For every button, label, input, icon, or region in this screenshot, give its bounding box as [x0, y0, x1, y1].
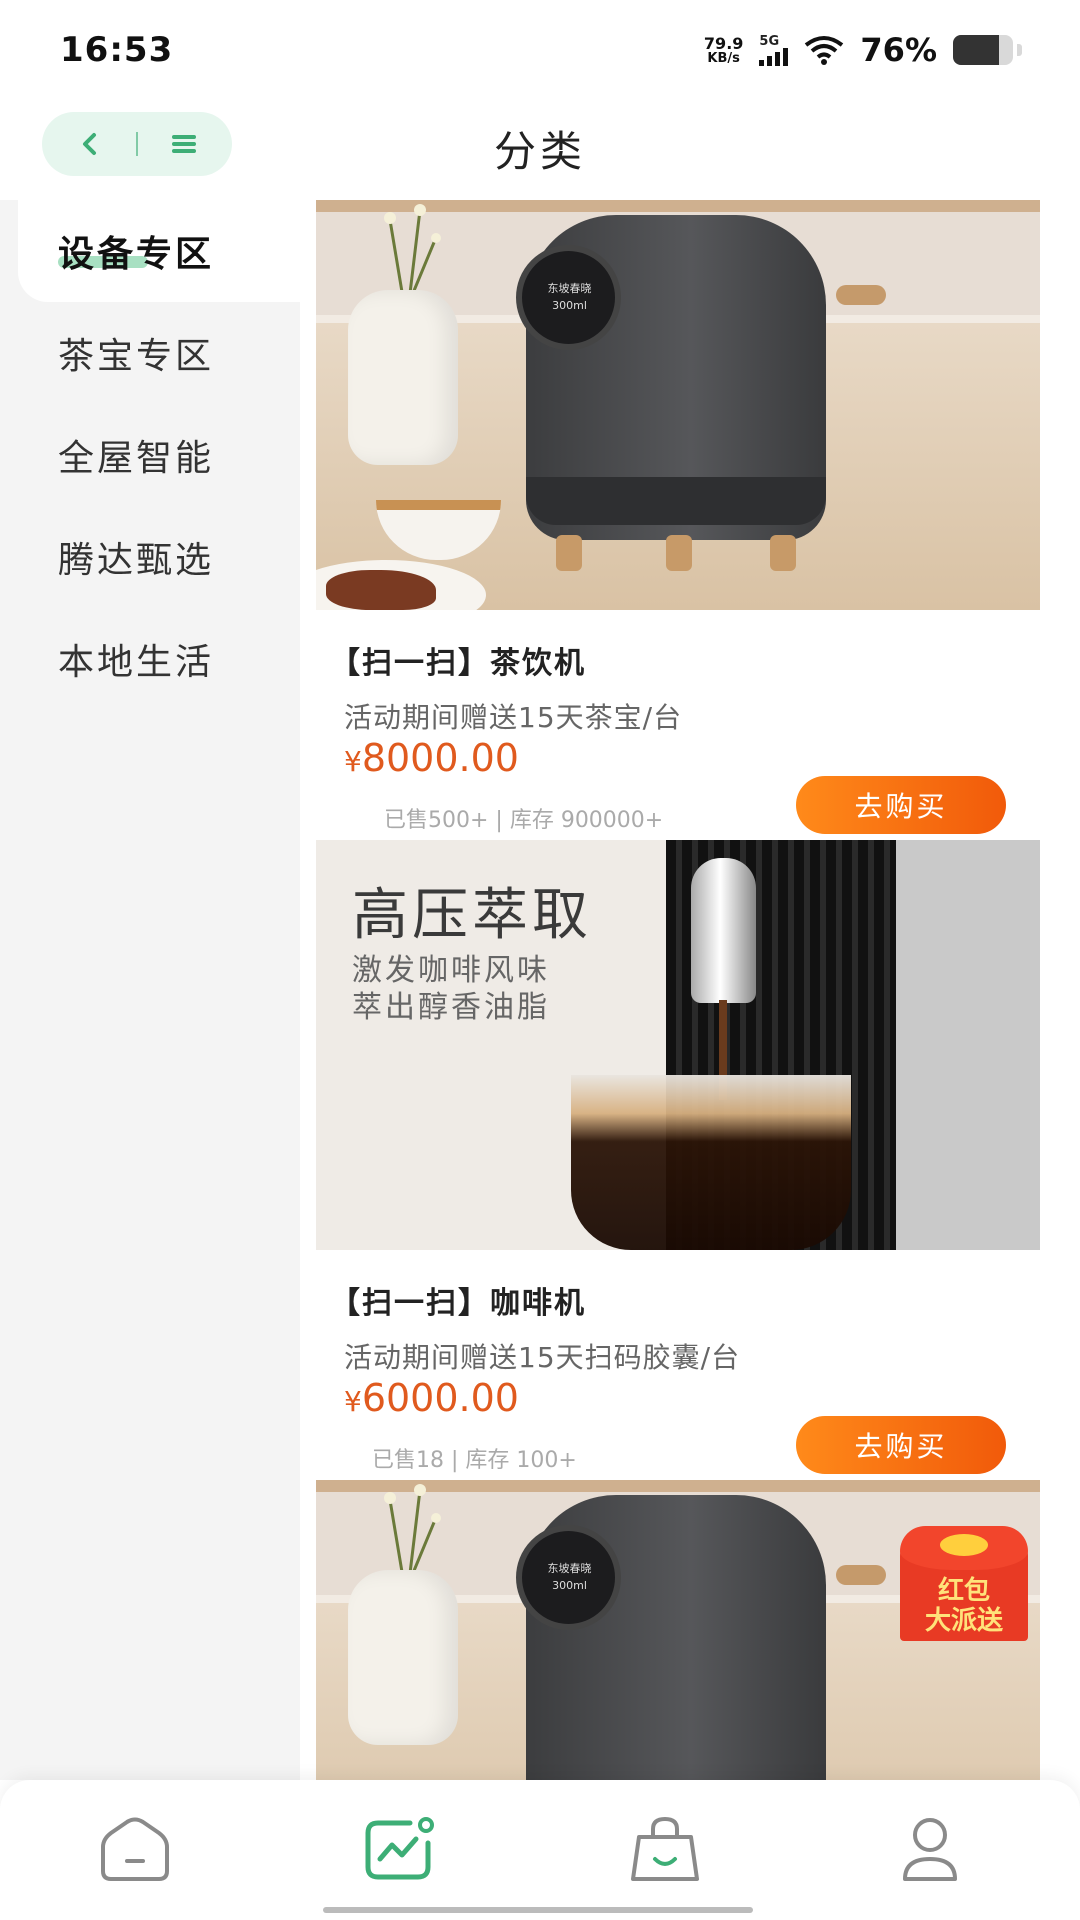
dial-volume: 300ml — [552, 1578, 587, 1592]
wooden-knob — [836, 1565, 886, 1585]
sidebar-item-label: 茶宝专区 — [58, 336, 215, 377]
page-title: 分类 — [493, 127, 586, 176]
sidebar-item-smart-home[interactable]: 全屋智能 — [0, 404, 300, 506]
battery-tip — [1017, 44, 1022, 56]
category-sidebar: 设备专区 茶宝专区 全屋智能 腾达甄选 本地生活 — [0, 200, 300, 1780]
vase-decor — [348, 1570, 458, 1745]
red-packet-badge[interactable]: 红包 大派送 — [900, 1526, 1028, 1641]
status-time: 16:53 — [60, 30, 174, 70]
coffee-glass — [571, 1075, 851, 1250]
sidebar-item-label: 设备专区 — [58, 234, 215, 275]
bowl-decor — [376, 500, 501, 560]
network-speed: 79.9 KB/s — [703, 33, 744, 66]
product-promo: 活动期间赠送15天茶宝/台 — [344, 701, 683, 734]
nav-home[interactable] — [95, 1810, 175, 1890]
category-chart-icon — [365, 1817, 434, 1880]
red-packet-line1: 红包 — [937, 1576, 990, 1606]
sidebar-item-label: 本地生活 — [58, 642, 215, 683]
sidebar-item-local-life[interactable]: 本地生活 — [0, 608, 300, 710]
home-icon — [101, 1817, 169, 1881]
battery-percent: 76% — [860, 31, 937, 69]
image-headline: 高压萃取 — [352, 883, 592, 948]
shopping-bag-icon — [631, 1816, 699, 1881]
product-price: ¥6000.00 — [344, 1376, 519, 1420]
sidebar-item-tenda-select[interactable]: 腾达甄选 — [0, 506, 300, 608]
status-bar: 16:53 79.9 KB/s 5G 76% — [0, 0, 1080, 100]
sidebar-item-tea-treasure[interactable]: 茶宝专区 — [0, 302, 300, 404]
price-currency: ¥ — [344, 1385, 362, 1418]
coin-icon — [940, 1534, 988, 1556]
vase-decor — [348, 290, 458, 465]
wifi-icon — [805, 36, 844, 65]
image-subtitle: 萃出醇香油脂 — [352, 990, 550, 1025]
buy-button[interactable]: 去购买 — [796, 1416, 1006, 1474]
nav-profile[interactable] — [890, 1810, 970, 1890]
product-image[interactable]: 高压萃取 激发咖啡风味 萃出醇香油脂 — [316, 840, 1040, 1250]
network-type: 5G — [759, 33, 780, 49]
bottom-nav — [0, 1780, 1080, 1920]
product-price: ¥8000.00 — [344, 736, 519, 780]
dial-text: 东坡春晓 — [547, 1562, 592, 1575]
product-info: 【扫一扫】咖啡机 活动期间赠送15天扫码胶囊/台 ¥6000.00 已售18 |… — [300, 1250, 1080, 1480]
food-decor — [326, 570, 436, 610]
product-title: 【扫一扫】茶饮机 — [330, 646, 586, 681]
dial-text: 东坡春晓 — [547, 282, 592, 295]
sidebar-item-equipment[interactable]: 设备专区 — [18, 200, 300, 302]
coffee-spout — [691, 858, 756, 1003]
product-card[interactable]: 东坡春晓 300ml 【扫一扫】茶饮机 活动期间赠送15天茶宝/台 ¥8000.… — [300, 200, 1080, 840]
price-value: 6000.00 — [361, 1376, 519, 1420]
red-packet-line2: 大派送 — [924, 1606, 1003, 1636]
battery-icon — [953, 35, 1013, 65]
price-currency: ¥ — [344, 745, 362, 778]
product-title: 【扫一扫】咖啡机 — [330, 1286, 586, 1321]
header: 分类 — [0, 100, 1080, 200]
product-list: 东坡春晓 300ml 【扫一扫】茶饮机 活动期间赠送15天茶宝/台 ¥8000.… — [300, 200, 1080, 1780]
status-icons: 79.9 KB/s 5G 76% — [704, 31, 1022, 69]
product-card[interactable]: 高压萃取 激发咖啡风味 萃出醇香油脂 【扫一扫】咖啡机 活动期间赠送15天扫码胶… — [300, 840, 1080, 1480]
nav-cart[interactable] — [625, 1810, 705, 1890]
product-info: 【扫一扫】茶饮机 活动期间赠送15天茶宝/台 ¥8000.00 已售500+ |… — [300, 610, 1080, 840]
nav-category[interactable] — [360, 1810, 440, 1890]
wooden-knob — [836, 285, 886, 305]
network-speed-unit: KB/s — [707, 50, 740, 66]
product-image[interactable]: 东坡春晓 300ml — [316, 200, 1040, 610]
signal-icon: 5G — [759, 33, 789, 66]
price-value: 8000.00 — [361, 736, 519, 780]
machine-dial: 东坡春晓 300ml — [516, 1525, 621, 1630]
product-promo: 活动期间赠送15天扫码胶囊/台 — [344, 1341, 741, 1374]
sidebar-item-label: 腾达甄选 — [58, 540, 215, 581]
product-stats: 已售18 | 库存 100+ — [372, 1448, 577, 1473]
product-stats: 已售500+ | 库存 900000+ — [384, 808, 664, 833]
network-speed-value: 79.9 — [703, 33, 744, 53]
coffee-machine-side — [896, 840, 1040, 1250]
product-card[interactable]: 东坡春晓 300ml 红包 大派送 — [300, 1480, 1080, 1780]
home-indicator[interactable] — [323, 1907, 753, 1913]
drip-tray — [526, 477, 826, 525]
machine-legs — [556, 535, 796, 575]
battery-fill — [953, 35, 999, 65]
buy-button[interactable]: 去购买 — [796, 776, 1006, 834]
user-icon — [903, 1818, 957, 1881]
machine-dial: 东坡春晓 300ml — [516, 245, 621, 350]
sidebar-item-label: 全屋智能 — [58, 438, 215, 479]
product-image[interactable]: 东坡春晓 300ml 红包 大派送 — [316, 1480, 1040, 1780]
dial-volume: 300ml — [552, 298, 587, 312]
